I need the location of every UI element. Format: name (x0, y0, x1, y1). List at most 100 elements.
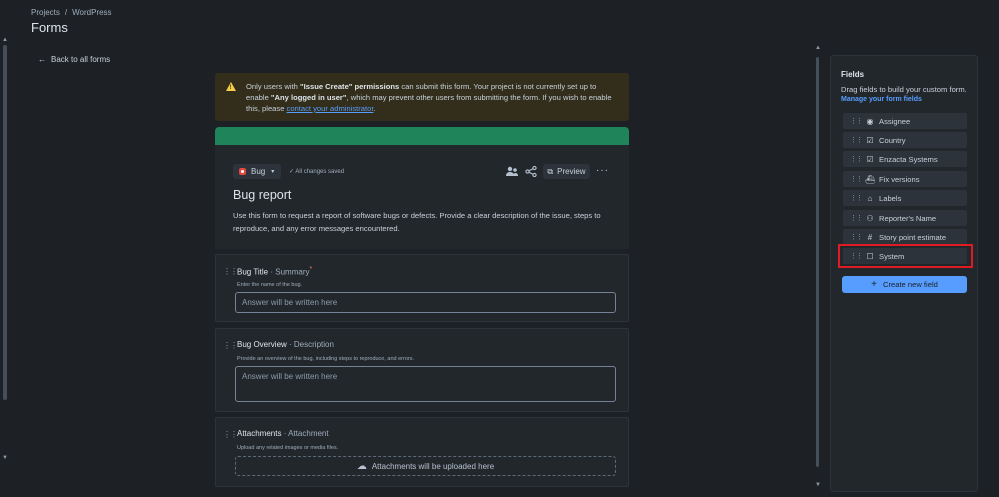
create-button-label: Create new field (882, 280, 938, 289)
field-help-text: Enter the name of the bug. (237, 282, 303, 288)
field-label: Bug Overview · Description (237, 340, 334, 349)
field-item-fix-versions[interactable]: ⋮⋮ ⛴ Fix versions (843, 171, 967, 187)
share-icon[interactable] (525, 166, 537, 177)
field-item-label: Country (879, 135, 906, 145)
drag-handle-icon[interactable]: ⋮⋮ (850, 136, 863, 144)
page-title: Forms (31, 20, 68, 35)
field-label-text: Bug Title (237, 267, 269, 277)
drag-handle-icon[interactable]: ⋮⋮ (850, 175, 863, 183)
back-to-forms-link[interactable]: ← Back to all forms (38, 55, 110, 64)
field-item-story-point-estimate[interactable]: ⋮⋮ # Story point estimate (843, 229, 967, 245)
fields-panel: Fields Drag fields to build your custom … (830, 55, 978, 492)
field-help-text: Upload any related images or media files… (237, 445, 339, 451)
form-field-bug-title[interactable]: ⋮⋮ Bug Title · Summary* Enter the name o… (215, 254, 629, 322)
save-status-text: All changes saved (295, 169, 345, 175)
highlight-box (838, 244, 973, 268)
preview-label: Preview (557, 167, 586, 176)
manage-fields-link[interactable]: Manage your form fields (841, 96, 922, 103)
form-field-bug-overview[interactable]: ⋮⋮ Bug Overview · Description Provide an… (215, 328, 629, 412)
page-scrollbar[interactable]: ▲ ▼ (2, 37, 8, 462)
field-item-reporters-name[interactable]: ⋮⋮ ⚇ Reporter's Name (843, 210, 967, 226)
form-title[interactable]: Bug report (233, 188, 291, 202)
field-label-text: Bug Overview (237, 340, 287, 349)
field-type-separator: · (286, 340, 294, 349)
preview-button[interactable]: ⧉ Preview (543, 164, 590, 179)
create-new-field-button[interactable]: + Create new field (842, 276, 967, 293)
issue-type-select[interactable]: Bug ▾ (233, 164, 281, 179)
field-help-text: Provide an overview of the bug, includin… (237, 356, 415, 362)
field-item-country[interactable]: ⋮⋮ ☑ Country (843, 132, 967, 148)
field-label: Bug Title · Summary* (237, 266, 312, 277)
upload-text: Attachments will be uploaded here (371, 461, 495, 471)
form-color-bar (215, 127, 629, 145)
field-type: Description (293, 340, 334, 349)
person-circle-icon: ◉ (866, 116, 874, 126)
breadcrumb-separator: / (64, 8, 68, 17)
warning-icon (226, 82, 236, 94)
attachment-upload-zone[interactable]: ☁ Attachments will be uploaded here (235, 456, 616, 476)
plus-icon: + (871, 278, 877, 290)
contact-admin-link[interactable]: contact your administrator (287, 104, 374, 113)
field-item-label: Enzacta Systems (879, 154, 938, 164)
arrow-left-icon: ← (38, 55, 46, 64)
tag-icon: ⌂ (867, 193, 873, 203)
bug-icon (239, 168, 246, 175)
bug-title-input[interactable]: Answer will be written here (235, 292, 616, 313)
save-status: ✓ All changes saved (289, 168, 344, 175)
hash-icon: # (867, 232, 873, 242)
fields-panel-subtitle: Drag fields to build your custom form. (841, 85, 967, 94)
scroll-down-icon[interactable]: ▼ (815, 482, 821, 488)
field-type: Summary (275, 267, 310, 277)
warning-text: . (373, 104, 376, 113)
field-item-label: Assignee (879, 116, 911, 126)
checkbox-icon: ☑ (866, 154, 874, 164)
back-link-label: Back to all forms (51, 55, 111, 64)
drag-handle-icon[interactable]: ⋮⋮ (850, 117, 863, 125)
field-item-label: Labels (879, 193, 902, 203)
external-link-icon: ⧉ (547, 166, 554, 176)
field-item-label: Reporter's Name (879, 213, 937, 223)
drag-handle-icon[interactable]: ⋮⋮ (223, 430, 238, 439)
field-label: Attachments · Attachment (237, 429, 329, 438)
scrollbar-thumb[interactable] (816, 57, 819, 467)
people-icon: ⚇ (866, 213, 874, 223)
scrollbar-thumb[interactable] (3, 45, 7, 400)
breadcrumb: Projects / WordPress (31, 8, 112, 17)
drag-handle-icon[interactable]: ⋮⋮ (223, 267, 238, 276)
chevron-down-icon: ▾ (271, 169, 275, 175)
warning-bold-permissions: "Issue Create" permissions (300, 82, 400, 91)
field-label-text: Attachments (237, 429, 282, 438)
drag-handle-icon[interactable]: ⋮⋮ (850, 155, 863, 163)
drag-handle-icon[interactable]: ⋮⋮ (850, 233, 863, 241)
field-item-label: Fix versions (879, 174, 920, 184)
drag-handle-icon[interactable]: ⋮⋮ (850, 214, 863, 222)
breadcrumb-projects[interactable]: Projects (31, 8, 60, 17)
ship-icon: ⛴ (865, 174, 876, 184)
scroll-up-icon[interactable]: ▲ (815, 45, 821, 51)
cloud-upload-icon: ☁ (356, 460, 367, 472)
checkbox-icon: ☑ (866, 135, 874, 145)
field-type: Attachment (288, 429, 329, 438)
bug-overview-textarea[interactable]: Answer will be written here (235, 366, 616, 402)
form-scrollbar[interactable]: ▲ ▼ (815, 45, 821, 490)
field-item-label: Story point estimate (879, 232, 947, 242)
breadcrumb-wordpress[interactable]: WordPress (72, 8, 111, 17)
scroll-down-icon[interactable]: ▼ (2, 455, 8, 461)
required-marker: * (309, 266, 313, 273)
scroll-up-icon[interactable]: ▲ (2, 37, 8, 43)
field-item-assignee[interactable]: ⋮⋮ ◉ Assignee (843, 113, 967, 129)
warning-bold-logged-in: "Any logged in user" (270, 93, 347, 102)
form-description[interactable]: Use this form to request a report of sof… (233, 209, 613, 235)
form-field-attachments[interactable]: ⋮⋮ Attachments · Attachment Upload any r… (215, 417, 629, 487)
people-settings-icon[interactable] (506, 166, 518, 177)
drag-handle-icon[interactable]: ⋮⋮ (850, 194, 863, 202)
drag-handle-icon[interactable]: ⋮⋮ (223, 341, 238, 350)
warning-text: Only users with (246, 82, 301, 91)
more-options-button[interactable]: ··· (596, 165, 609, 176)
field-item-labels[interactable]: ⋮⋮ ⌂ Labels (843, 190, 967, 206)
permission-warning: Only users with "Issue Create" permissio… (215, 73, 629, 121)
issue-type-label: Bug (251, 167, 266, 176)
fields-panel-title: Fields (841, 70, 865, 79)
field-item-enzacta-systems[interactable]: ⋮⋮ ☑ Enzacta Systems (843, 151, 967, 167)
check-icon: ✓ (289, 169, 295, 175)
